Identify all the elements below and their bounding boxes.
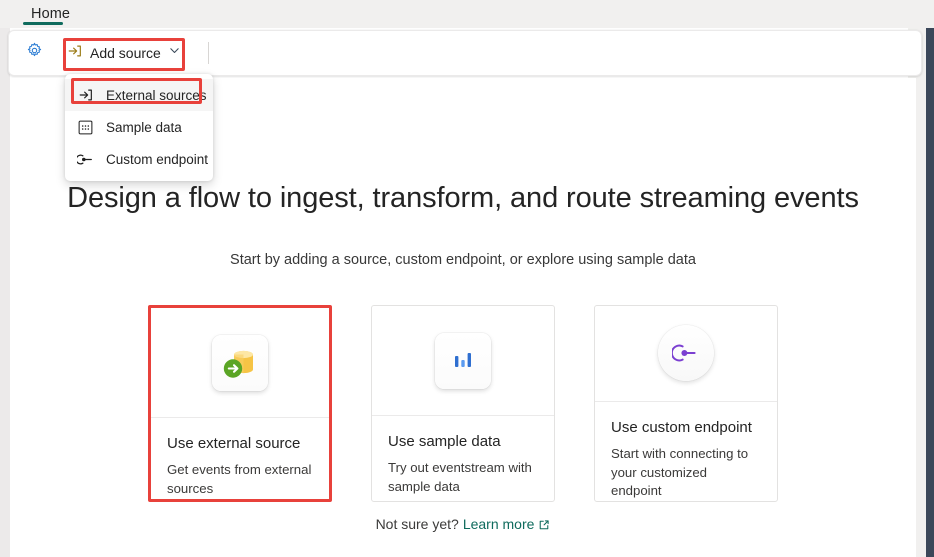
card-description: Try out eventstream with sample data (388, 460, 532, 494)
card-art (372, 306, 554, 416)
learn-more-link[interactable]: Learn more (463, 516, 535, 532)
card-use-external-source[interactable]: Use external source Get events from exte… (148, 305, 332, 502)
card-use-sample-data[interactable]: Use sample data Try out eventstream with… (371, 305, 555, 502)
menu-item-label: Custom endpoint (106, 151, 209, 167)
add-source-menu: External sources Sample data Custom endp… (65, 74, 213, 181)
menu-item-sample-data[interactable]: Sample data (65, 111, 213, 143)
ribbon-tab-strip: Home (0, 0, 934, 28)
custom-endpoint-icon (77, 151, 94, 168)
card-body: Use custom endpoint Start with connectin… (595, 402, 777, 501)
dotted-square-icon (77, 119, 94, 136)
gear-icon (26, 42, 43, 64)
toolbar-divider (207, 42, 209, 64)
card-body: Use sample data Try out eventstream with… (372, 416, 554, 496)
card-description: Get events from external sources (167, 462, 312, 496)
card-title: Use sample data (388, 433, 501, 450)
card-title: Use external source (167, 435, 301, 452)
add-source-wrapper: Add source (59, 38, 190, 68)
left-page-gutter (0, 0, 10, 557)
right-nav-rail (926, 0, 934, 557)
chevron-down-icon (168, 44, 181, 62)
menu-item-label: External sources (106, 87, 207, 103)
add-source-label: Add source (90, 45, 161, 61)
add-source-button[interactable]: Add source (59, 38, 190, 68)
card-title: Use custom endpoint (611, 418, 752, 436)
source-option-cards: Use external source Get events from exte… (10, 305, 916, 502)
tab-home-active-indicator (23, 22, 63, 25)
card-use-custom-endpoint[interactable]: Use custom endpoint Start with connectin… (594, 305, 778, 502)
custom-endpoint-icon (658, 325, 714, 382)
external-database-source-icon (212, 334, 268, 391)
menu-item-custom-endpoint[interactable]: Custom endpoint (65, 143, 213, 175)
card-description: Start with connecting to your customized… (611, 445, 749, 499)
tab-home-label: Home (31, 6, 71, 22)
external-link-icon (538, 518, 550, 534)
bar-chart-icon (435, 332, 491, 389)
settings-button[interactable] (17, 36, 51, 70)
page-title: Design a flow to ingest, transform, and … (67, 182, 859, 214)
arrow-into-bracket-icon (77, 87, 94, 104)
menu-item-label: Sample data (106, 119, 182, 135)
page-subtitle: Start by adding a source, custom endpoin… (230, 252, 696, 268)
card-body: Use external source Get events from exte… (151, 418, 329, 498)
eventstream-home-page: Home Add source External sources Sample … (0, 0, 934, 557)
footer-prompt-text: Not sure yet? (375, 516, 459, 532)
footer-prompt-row: Not sure yet? Learn more (10, 516, 916, 534)
menu-item-external-sources[interactable]: External sources (65, 79, 213, 111)
arrow-into-bracket-icon (67, 43, 83, 64)
command-toolbar: Add source (8, 30, 922, 76)
card-art (151, 308, 329, 418)
card-art (595, 306, 777, 402)
